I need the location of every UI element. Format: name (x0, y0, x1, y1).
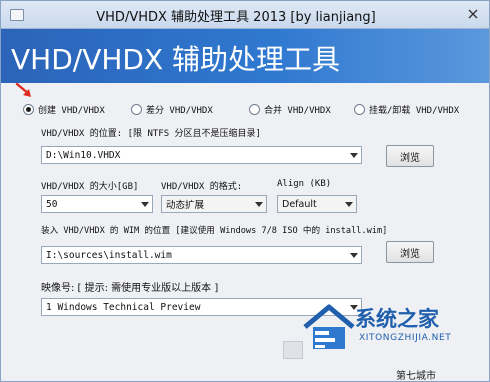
house-logo-icon (303, 304, 355, 349)
radio-mount[interactable]: 挂载/卸载 VHD/VHDX (354, 101, 459, 117)
watermark: 系统之家 XITONGZHIJIA.NET (301, 293, 490, 365)
browse-wim-button[interactable]: 浏览 (386, 241, 434, 263)
chevron-down-icon[interactable] (342, 196, 356, 212)
browse-vhd-button[interactable]: 浏览 (386, 145, 434, 167)
radio-differencing[interactable]: 差分 VHD/VHDX (131, 101, 213, 117)
window-title: VHD/VHDX 辅助处理工具 2013 [by lianjiang] (96, 10, 376, 25)
close-icon (468, 9, 478, 19)
red-arrow-icon (15, 83, 31, 97)
size-value: 50 (46, 198, 58, 210)
format-value: 动态扩展 (166, 200, 205, 211)
banner-title: VHD/VHDX 辅助处理工具 (11, 43, 341, 76)
app-window: VHD/VHDX 辅助处理工具 2013 [by lianjiang] VHD/… (0, 0, 490, 382)
align-value: Default (282, 198, 317, 210)
radio-indicator[interactable] (131, 103, 142, 115)
radio-mount-label: 挂载/卸载 VHD/VHDX (369, 105, 460, 116)
location-value: D:\Win10.VHDX (46, 149, 121, 161)
radio-create-label: 创建 VHD/VHDX (38, 105, 105, 116)
wim-value: I:\sources\install.wim (46, 249, 172, 261)
radio-merge[interactable]: 合并 VHD/VHDX (249, 101, 331, 117)
size-combobox[interactable]: 50 (41, 195, 153, 213)
close-button[interactable] (463, 5, 483, 23)
location-label: VHD/VHDX 的位置: [限 NTFS 分区且不是压缩目录] (41, 129, 261, 139)
watermark-name: 系统之家 (355, 307, 439, 331)
chevron-down-icon[interactable] (347, 147, 361, 163)
header-banner: VHD/VHDX 辅助处理工具 (1, 29, 489, 83)
radio-merge-label: 合并 VHD/VHDX (264, 105, 331, 116)
title-bar: VHD/VHDX 辅助处理工具 2013 [by lianjiang] (1, 1, 489, 29)
wim-label: 装入 VHD/VHDX 的 WIM 的位置 [建议使用 Windows 7/8 … (41, 226, 388, 236)
radio-indicator[interactable] (23, 103, 34, 115)
wim-combobox[interactable]: I:\sources\install.wim (41, 246, 362, 264)
watermark-site: 第七城市 (396, 371, 436, 382)
chevron-down-icon[interactable] (138, 196, 152, 212)
format-label: VHD/VHDX 的格式: (161, 182, 243, 192)
chevron-down-icon[interactable] (252, 196, 266, 212)
radio-indicator[interactable] (354, 103, 365, 115)
radio-create[interactable]: 创建 VHD/VHDX (23, 101, 105, 117)
partial-button[interactable] (283, 341, 303, 359)
format-combobox[interactable]: 动态扩展 (161, 195, 267, 213)
location-combobox[interactable]: D:\Win10.VHDX (41, 146, 362, 164)
size-label: VHD/VHDX 的大小[GB] (41, 182, 139, 192)
align-label: Align (KB) (277, 179, 332, 189)
chevron-down-icon[interactable] (347, 247, 361, 263)
align-combobox[interactable]: Default (277, 195, 357, 213)
watermark-url: XITONGZHIJIA.NET (359, 333, 452, 343)
radio-indicator[interactable] (249, 103, 260, 115)
radio-differencing-label: 差分 VHD/VHDX (146, 105, 213, 116)
image-index-label: 映像号: [ 提示: 需使用专业版以上版本 ] (41, 283, 219, 294)
